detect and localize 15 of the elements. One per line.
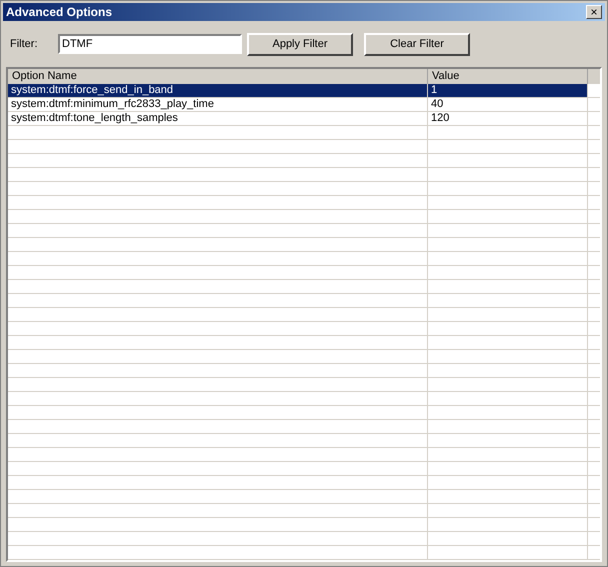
filter-button[interactable]: Apply Filter <box>247 32 353 56</box>
table-cell: system:dtmf:tone_length_samples <box>8 112 428 125</box>
filter-field[interactable]: DTMF <box>58 34 242 54</box>
table-cell: system:dtmf:force_send_in_band <box>8 84 428 97</box>
window-title: Advanced Options <box>6 4 112 21</box>
table-cell: 1 <box>428 84 588 97</box>
table-row[interactable]: system:dtmf:force_send_in_band 1 <box>8 84 600 98</box>
table-row[interactable]: system:dtmf:minimum_rfc2833_play_time 40 <box>8 98 600 112</box>
table-cell: system:dtmf:minimum_rfc2833_play_time <box>8 98 428 111</box>
close-button[interactable]: × <box>586 5 602 19</box>
table-cell: 40 <box>428 98 588 111</box>
filter-button[interactable]: Clear Filter <box>364 32 470 56</box>
table-cell: 120 <box>428 112 588 125</box>
filter-label: Filter: <box>10 36 38 52</box>
table-row[interactable]: system:dtmf:tone_length_samples 120 <box>8 112 600 126</box>
